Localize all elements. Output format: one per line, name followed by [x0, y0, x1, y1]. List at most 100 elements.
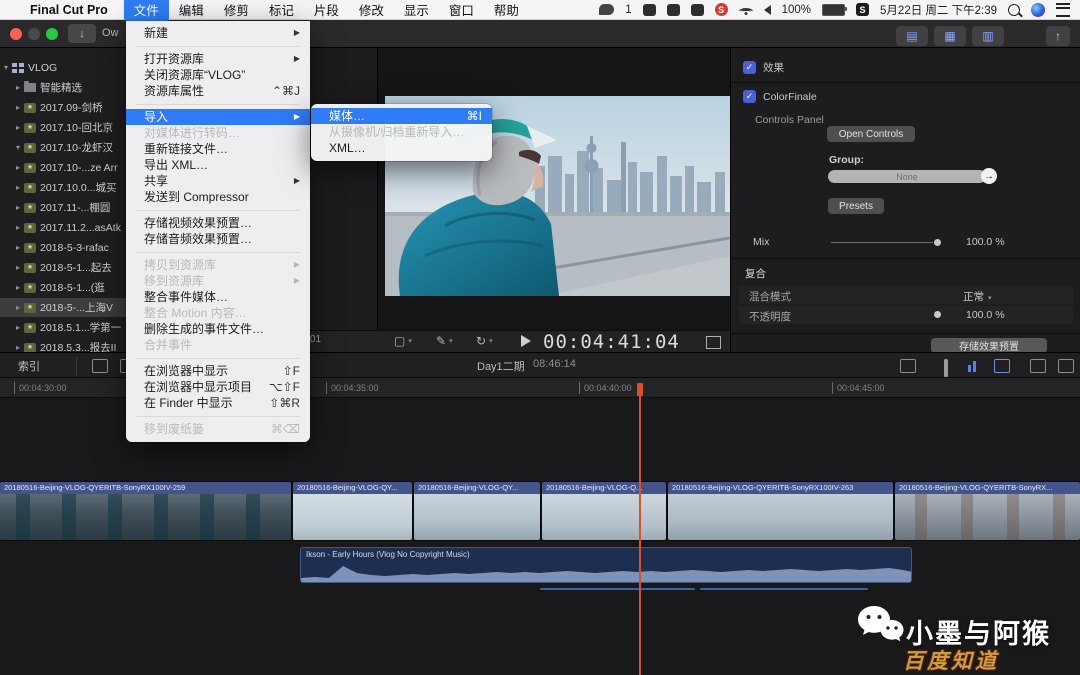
disclosure-icon[interactable]: ▸	[12, 163, 24, 172]
volume-icon[interactable]	[764, 5, 771, 15]
wifi-icon[interactable]	[739, 4, 753, 15]
submenu-item-xml[interactable]: XML…	[311, 140, 492, 156]
sidebar-item-event[interactable]: ▸ ★ 2017.09-剑桥	[0, 98, 128, 117]
sidebar-item-event[interactable]: ▸ ★ 2017.11.2...asAtk	[0, 218, 128, 237]
disclosure-icon[interactable]: ▾	[0, 63, 12, 72]
menu-item-send-to-compressor[interactable]: 发送到 Compressor	[126, 189, 310, 205]
video-clip[interactable]: 20180516-Beijing-VLOG-Q...	[542, 482, 666, 540]
video-clip[interactable]: 20180516-Beijing-VLOG-QY...	[414, 482, 540, 540]
mix-value[interactable]: 100.0 %	[966, 236, 1005, 248]
video-clip[interactable]: 20180516-Beijing-VLOG-QYERITB-SonyRX100I…	[0, 482, 291, 540]
menu-modify[interactable]: 修改	[349, 0, 394, 21]
disclosure-icon[interactable]: ▸	[12, 343, 24, 352]
disclosure-icon[interactable]: ▾	[12, 143, 24, 152]
playhead[interactable]	[639, 383, 641, 675]
menu-item-consolidate-event-media[interactable]: 整合事件媒体…	[126, 289, 310, 305]
keyboard-icon[interactable]	[643, 4, 656, 16]
draw-mask-popup-button[interactable]: ✎▾	[436, 334, 453, 348]
minimize-window-button[interactable]	[28, 28, 40, 40]
fullscreen-icon[interactable]	[706, 336, 721, 349]
group-dropdown[interactable]: None	[828, 170, 986, 183]
disclosure-icon[interactable]: ▸	[12, 283, 24, 292]
import-media-button[interactable]: ↓	[68, 24, 96, 43]
mix-slider-knob[interactable]	[934, 239, 941, 246]
trim-tool-icon[interactable]	[900, 359, 916, 373]
disclosure-icon[interactable]: ▸	[12, 303, 24, 312]
zoom-window-button[interactable]	[46, 28, 58, 40]
sogou-input-icon[interactable]: S	[715, 3, 728, 16]
share-button[interactable]: ↑	[1046, 26, 1070, 46]
spotlight-icon[interactable]	[1008, 4, 1020, 16]
app-menu[interactable]: Final Cut Pro	[30, 3, 108, 17]
opacity-value[interactable]: 100.0 %	[966, 309, 1005, 321]
display-icon[interactable]	[667, 4, 680, 16]
menu-mark[interactable]: 标记	[259, 0, 304, 21]
notification-center-icon[interactable]	[1056, 3, 1070, 17]
battery-icon[interactable]	[822, 4, 845, 16]
video-clip[interactable]: 20180516-Beijing-VLOG-QYERITB-SonyRX...	[895, 482, 1080, 540]
sidebar-item-event[interactable]: ▸ ★ 2017.10.0...城买	[0, 178, 128, 197]
group-apply-button[interactable]: →	[981, 168, 997, 184]
sidebar-item-event[interactable]: ▸ ★ 2018.5.1...学第一	[0, 318, 128, 337]
disclosure-icon[interactable]: ▸	[12, 223, 24, 232]
menu-item-reveal-in-browser[interactable]: 在浏览器中显示⇧F	[126, 363, 310, 379]
disclosure-icon[interactable]: ▸	[12, 263, 24, 272]
menu-window[interactable]: 窗口	[439, 0, 484, 21]
menu-edit[interactable]: 编辑	[169, 0, 214, 21]
paste-attributes-icon[interactable]	[92, 359, 108, 373]
menu-file[interactable]: 文件	[124, 0, 169, 21]
menu-item-save-video-effect-preset[interactable]: 存储视频效果预置…	[126, 215, 310, 231]
audio-clip[interactable]: Ikson - Early Hours (Vlog No Copyright M…	[300, 547, 912, 583]
disclosure-icon[interactable]: ▸	[12, 83, 24, 92]
composite-section-header[interactable]: 复合	[745, 266, 766, 281]
sidebar-item-event-selected[interactable]: ▸ ★ 2018-5-...上海V	[0, 298, 128, 317]
effects-checkbox[interactable]: ✓	[743, 61, 756, 74]
sidebar-item-event[interactable]: ▸ ★ 2018-5-1...起去	[0, 258, 128, 277]
sidebar-item-smart-collection[interactable]: ▸ 智能精选	[0, 78, 128, 97]
disclosure-icon[interactable]: ▸	[12, 243, 24, 252]
open-controls-button[interactable]: Open Controls	[827, 126, 915, 142]
disclosure-icon[interactable]: ▸	[12, 203, 24, 212]
solo-headphones-icon[interactable]	[944, 359, 948, 373]
disclosure-icon[interactable]: ▸	[12, 323, 24, 332]
sidebar-item-event[interactable]: ▸ ★ 2017.11-...棚圆	[0, 198, 128, 217]
secondary-display-icon[interactable]	[1030, 359, 1046, 373]
menu-clip[interactable]: 片段	[304, 0, 349, 21]
transform-popup-button[interactable]: ▢▾	[394, 334, 412, 348]
close-window-button[interactable]	[10, 28, 22, 40]
sidebar-item-vlog-library[interactable]: ▾ VLOG	[0, 58, 128, 77]
menu-item-export-xml[interactable]: 导出 XML…	[126, 157, 310, 173]
video-clip[interactable]: 20180516-Beijing-VLOG-QYERITB-SonyRX100I…	[668, 482, 893, 540]
play-button[interactable]	[521, 335, 531, 347]
menu-item-close-library[interactable]: 关闭资源库“VLOG”	[126, 67, 310, 83]
menu-item-import[interactable]: 导入▶	[126, 109, 310, 125]
messages-icon[interactable]	[599, 4, 614, 15]
menu-item-library-properties[interactable]: 资源库属性⌃⌘J	[126, 83, 310, 99]
opacity-slider-knob[interactable]	[934, 311, 941, 318]
sidebar-item-event[interactable]: ▾ ★ 2017.10-龙虾汉	[0, 138, 128, 157]
save-effect-preset-button[interactable]: 存储效果预置	[931, 338, 1047, 353]
submenu-item-media[interactable]: 媒体…⌘I	[311, 108, 492, 124]
clock[interactable]: 5月22日 周二 下午2:39	[880, 2, 997, 18]
menu-help[interactable]: 帮助	[484, 0, 529, 21]
disclosure-icon[interactable]: ▸	[12, 103, 24, 112]
sidebar-item-event[interactable]: ▸ ★ 2018-5-1...(逛	[0, 278, 128, 297]
menu-item-relink-files[interactable]: 重新链接文件…	[126, 141, 310, 157]
menu-item-reveal-project-in-browser[interactable]: 在浏览器中显示项目⌥⇧F	[126, 379, 310, 395]
presets-button[interactable]: Presets	[828, 198, 884, 214]
menu-item-delete-generated-event-files[interactable]: 删除生成的事件文件…	[126, 321, 310, 337]
audio-component-line[interactable]	[700, 588, 868, 590]
colorfinale-checkbox[interactable]: ✓	[743, 90, 756, 103]
inspector-toggle-button[interactable]: ▥	[972, 26, 1004, 46]
menu-item-new[interactable]: 新建▶	[126, 25, 310, 41]
menu-item-reveal-in-finder[interactable]: 在 Finder 中显示⇧⌘R	[126, 395, 310, 411]
index-button[interactable]: 索引	[18, 358, 40, 374]
mix-slider-track[interactable]	[831, 242, 933, 243]
clip-appearance-icon[interactable]	[994, 359, 1010, 373]
menu-view[interactable]: 显示	[394, 0, 439, 21]
browser-toggle-button[interactable]: ▤	[896, 26, 928, 46]
sidebar-item-event[interactable]: ▸ ★ 2018-5-3-rafac	[0, 238, 128, 257]
mirroring-icon[interactable]	[691, 4, 704, 16]
menu-trim[interactable]: 修剪	[214, 0, 259, 21]
input-source-icon[interactable]: S	[856, 3, 869, 16]
